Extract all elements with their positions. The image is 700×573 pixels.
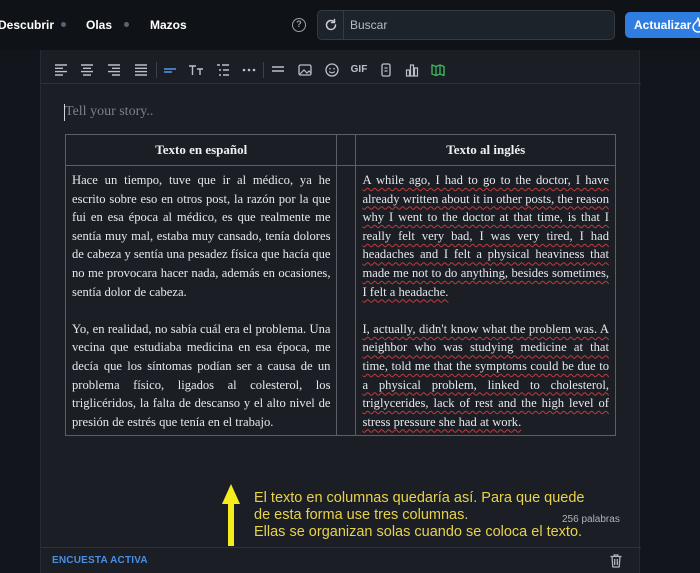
update-button-label: Actualizar [634,18,692,32]
spacer-cell[interactable] [336,164,357,437]
toolbar-divider [263,62,264,78]
columns-icon[interactable] [430,62,446,78]
attachment-icon[interactable] [378,62,394,78]
spanish-paragraph-2: Yo, en realidad, no sabía cuál era el pr… [72,321,331,429]
top-navigation: Descubrir Olas Mazos ? Actualizar [0,0,700,50]
list-icon[interactable] [215,62,231,78]
search-input[interactable] [350,17,600,33]
toolbar-divider [156,62,157,78]
chart-icon[interactable] [404,62,420,78]
update-button[interactable]: Actualizar [625,12,700,38]
word-count: 256 palabras [562,514,620,525]
formatting-toolbar: GIF [41,56,641,84]
more-icon[interactable] [241,62,257,78]
post-editor: GIF Tell your story.. Texto en español T… [40,50,641,573]
flame-icon [692,17,700,33]
columns-table[interactable]: Texto en español Texto al inglés Hace un… [64,134,616,437]
heading-icon[interactable] [162,62,178,78]
divider-icon[interactable] [270,62,286,78]
english-paragraph-2: I, actually, didn't know what the proble… [362,321,609,429]
arrow-up-icon [222,484,240,546]
spanish-paragraph-1: Hace un tiempo, tuve que ir al médico, y… [72,173,331,299]
spanish-text-cell[interactable]: Hace un tiempo, tuve que ir al médico, y… [64,164,338,437]
annotation-line-1: El texto en columnas quedaría así. Para … [254,490,585,506]
text-size-icon[interactable] [188,62,204,78]
annotation-line-3: Ellas se organizan solas cuando se coloc… [254,524,583,540]
story-placeholder[interactable]: Tell your story.. [65,104,153,120]
trash-icon[interactable] [609,553,623,573]
nav-link-descubrir[interactable]: Descubrir [0,18,54,32]
active-poll-link[interactable]: ENCUESTA ACTIVA [52,555,148,566]
emoji-icon[interactable] [324,62,340,78]
bottom-divider [41,547,641,548]
help-icon[interactable]: ? [292,18,306,32]
english-paragraph-1: A while ago, I had to go to the doctor, … [362,173,609,299]
table-header-row: Texto en español Texto al inglés [64,134,616,166]
header-english[interactable]: Texto al inglés [355,134,616,166]
table-row: Hace un tiempo, tuve que ir al médico, y… [64,164,616,437]
nav-separator-dot [124,22,129,27]
header-spacer[interactable] [336,134,357,166]
search-box[interactable] [317,10,615,40]
image-icon[interactable] [297,62,313,78]
align-center-icon[interactable] [79,62,95,78]
align-justify-icon[interactable] [133,62,149,78]
header-spanish[interactable]: Texto en español [64,134,338,166]
nav-link-mazos[interactable]: Mazos [150,18,187,32]
english-text-cell[interactable]: A while ago, I had to go to the doctor, … [355,164,616,437]
gif-icon[interactable]: GIF [349,62,369,78]
nav-separator-dot [61,22,66,27]
nav-link-olas[interactable]: Olas [86,18,112,32]
refresh-search-icon[interactable] [318,11,344,39]
align-left-icon[interactable] [53,62,69,78]
align-right-icon[interactable] [106,62,122,78]
